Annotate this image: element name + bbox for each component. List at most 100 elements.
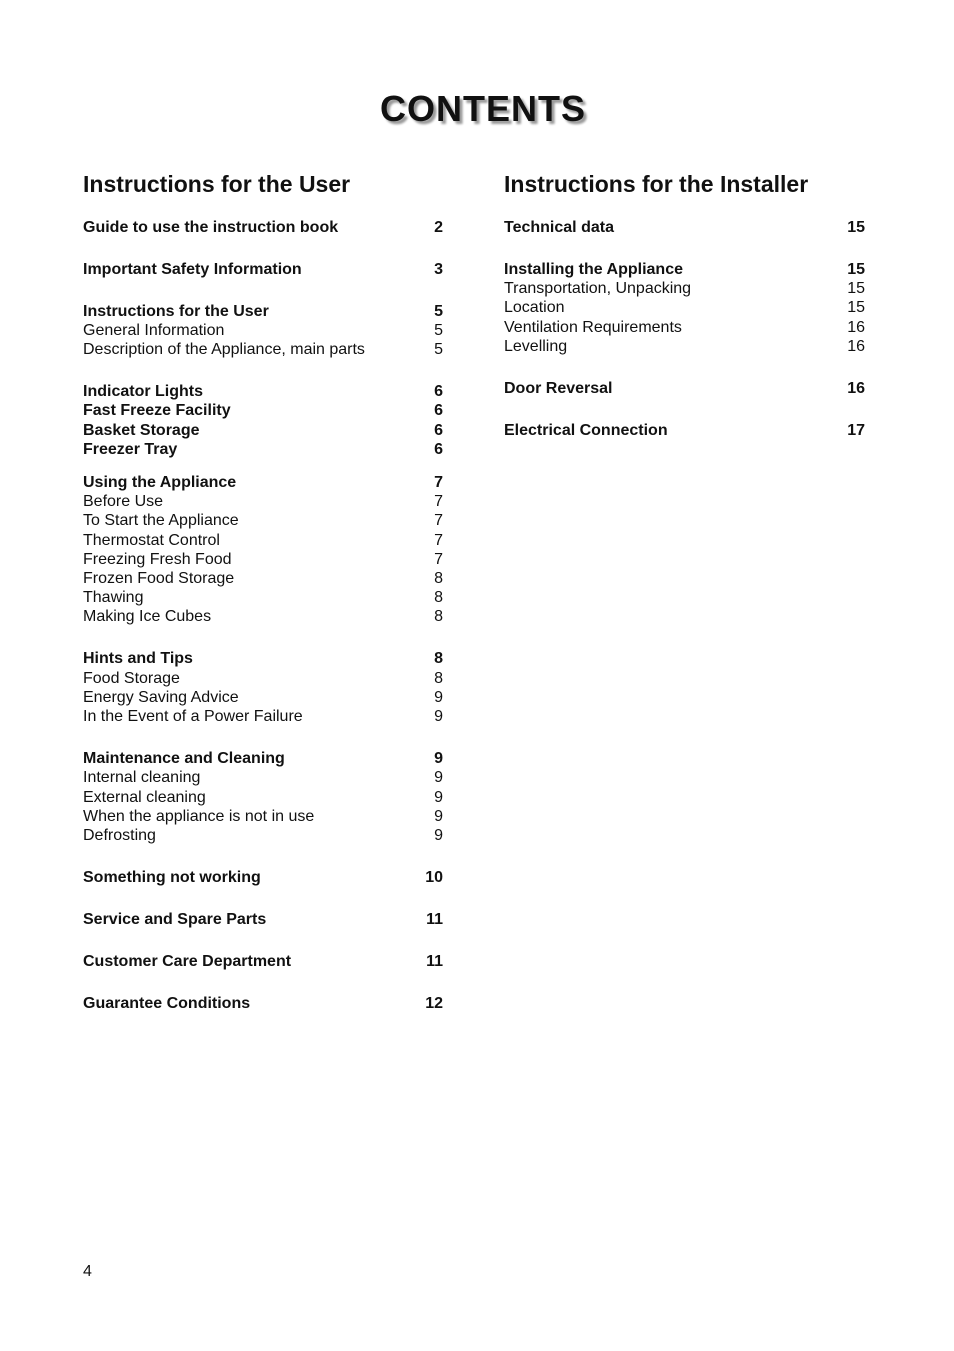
toc-entry: Ventilation Requirements 16	[504, 318, 865, 337]
toc-entry-page: 16	[847, 380, 865, 397]
toc-entry-page: 8	[434, 570, 443, 587]
toc-entry: Defrosting 9	[83, 826, 443, 845]
toc-entry: Instructions for the User 5	[83, 302, 443, 321]
user-instructions-column: Instructions for the User Guide to use t…	[83, 168, 443, 1012]
toc-entry: To Start the Appliance 7	[83, 511, 443, 530]
toc-entry-label: Thawing	[83, 589, 144, 606]
toc-entry: Freezing Fresh Food 7	[83, 550, 443, 569]
toc-entry-page: 7	[434, 493, 443, 510]
toc-entry-page: 5	[434, 303, 443, 320]
toc-entry-page: 16	[847, 338, 865, 355]
toc-entry-label: Service and Spare Parts	[83, 911, 267, 928]
toc-entry-label: Something not working	[83, 869, 261, 886]
toc-entry-page: 3	[434, 261, 443, 278]
toc-entry-page: 6	[434, 402, 443, 419]
toc-entry: Guide to use the instruction book 2	[83, 218, 443, 237]
toc-entry-label: In the Event of a Power Failure	[83, 708, 303, 725]
toc-entry-label: Internal cleaning	[83, 769, 201, 786]
installer-instructions-column: Instructions for the Installer Technical…	[504, 168, 865, 439]
toc-entry-page: 15	[847, 280, 865, 297]
toc-entry-label: Basket Storage	[83, 422, 200, 439]
toc-entry-page: 12	[425, 995, 443, 1012]
toc-entry: Customer Care Department 11	[83, 952, 443, 971]
toc-entry: Levelling 16	[504, 337, 865, 356]
toc-entry-label: Electrical Connection	[504, 422, 668, 439]
toc-entry-label: Installing the Appliance	[504, 261, 683, 278]
toc-entry: Installing the Appliance 15	[504, 260, 865, 279]
toc-entry-page: 15	[847, 261, 865, 278]
toc-entry: Frozen Food Storage 8	[83, 569, 443, 588]
toc-entry: General Information 5	[83, 321, 443, 340]
toc-entry: Basket Storage 6	[83, 421, 443, 440]
toc-entry: Freezer Tray 6	[83, 440, 443, 459]
toc-entry-page: 11	[426, 911, 443, 928]
toc-entry-label: Fast Freeze Facility	[83, 402, 231, 419]
toc-entry: Hints and Tips 8	[83, 649, 443, 668]
toc-entry-label: Making Ice Cubes	[83, 608, 212, 625]
toc-entry: Guarantee Conditions 12	[83, 994, 443, 1013]
toc-entry: Fast Freeze Facility 6	[83, 401, 443, 420]
toc-entry-page: 8	[434, 670, 443, 687]
toc-entry-page: 15	[847, 219, 865, 236]
toc-entry: Thermostat Control 7	[83, 531, 443, 550]
toc-entry-label: Technical data	[504, 219, 614, 236]
toc-entry-label: Food Storage	[83, 670, 180, 687]
toc-entry: Before Use 7	[83, 492, 443, 511]
toc-entry: Thawing 8	[83, 588, 443, 607]
toc-entry-label: Frozen Food Storage	[83, 570, 235, 587]
toc-entry-label: Maintenance and Cleaning	[83, 750, 285, 767]
toc-entry-label: Hints and Tips	[83, 650, 193, 667]
toc-entry: Energy Saving Advice 9	[83, 688, 443, 707]
toc-entry-page: 5	[434, 341, 443, 358]
toc-entry-page: 9	[434, 827, 443, 844]
toc-entry: Description of the Appliance, main parts…	[83, 340, 443, 359]
toc-entry-label: Customer Care Department	[83, 953, 292, 970]
installer-section-heading: Instructions for the Installer	[504, 171, 809, 197]
toc-entry-page: 7	[434, 532, 443, 549]
toc-entry-label: To Start the Appliance	[83, 512, 239, 529]
toc-entry-page: 11	[426, 953, 443, 970]
toc-entry: Food Storage 8	[83, 669, 443, 688]
toc-entry-page: 8	[434, 589, 443, 606]
toc-entry-label: Freezing Fresh Food	[83, 551, 232, 568]
toc-entry: Location 15	[504, 298, 865, 317]
toc-entry-page: 7	[434, 551, 443, 568]
toc-entry: Important Safety Information 3	[83, 260, 443, 279]
toc-entry: In the Event of a Power Failure 9	[83, 707, 443, 726]
toc-entry-page: 9	[434, 750, 443, 767]
toc-entry-label: External cleaning	[83, 789, 206, 806]
toc-entry-label: Guarantee Conditions	[83, 995, 251, 1012]
toc-entry-label: When the appliance is not in use	[83, 808, 315, 825]
toc-entry-label: Before Use	[83, 493, 164, 510]
toc-entry: Indicator Lights 6	[83, 382, 443, 401]
toc-entry: When the appliance is not in use 9	[83, 807, 443, 826]
toc-entry-page: 15	[847, 299, 865, 316]
toc-entry-page: 7	[434, 474, 443, 491]
toc-entry-page: 7	[434, 512, 443, 529]
toc-entry-page: 9	[434, 769, 443, 786]
toc-entry-label: Energy Saving Advice	[83, 689, 239, 706]
toc-entry-page: 5	[434, 322, 443, 339]
toc-entry: Internal cleaning 9	[83, 768, 443, 787]
toc-entry-label: Guide to use the instruction book	[83, 219, 339, 236]
toc-entry: Maintenance and Cleaning 9	[83, 749, 443, 768]
toc-entry-label: Transportation, Unpacking	[504, 280, 692, 297]
toc-entry: Electrical Connection 17	[504, 421, 865, 440]
toc-entry-page: 6	[434, 441, 443, 458]
toc-entry-label: Indicator Lights	[83, 383, 203, 400]
toc-entry-page: 6	[434, 422, 443, 439]
toc-entry-page: 16	[847, 319, 865, 336]
toc-entry-page: 9	[434, 708, 443, 725]
toc-entry-label: Thermostat Control	[83, 532, 220, 549]
toc-entry-page: 6	[434, 383, 443, 400]
page-number: 4	[83, 1263, 92, 1280]
toc-entry: Something not working 10	[83, 868, 443, 887]
toc-entry-page: 9	[434, 789, 443, 806]
toc-entry-label: Freezer Tray	[83, 441, 178, 458]
toc-entry-page: 2	[434, 219, 443, 236]
toc-entry: Transportation, Unpacking 15	[504, 279, 865, 298]
toc-entry-label: Ventilation Requirements	[504, 319, 682, 336]
toc-entry: Service and Spare Parts 11	[83, 910, 443, 929]
page-title: CONTENTS	[380, 88, 586, 129]
toc-entry-page: 9	[434, 808, 443, 825]
